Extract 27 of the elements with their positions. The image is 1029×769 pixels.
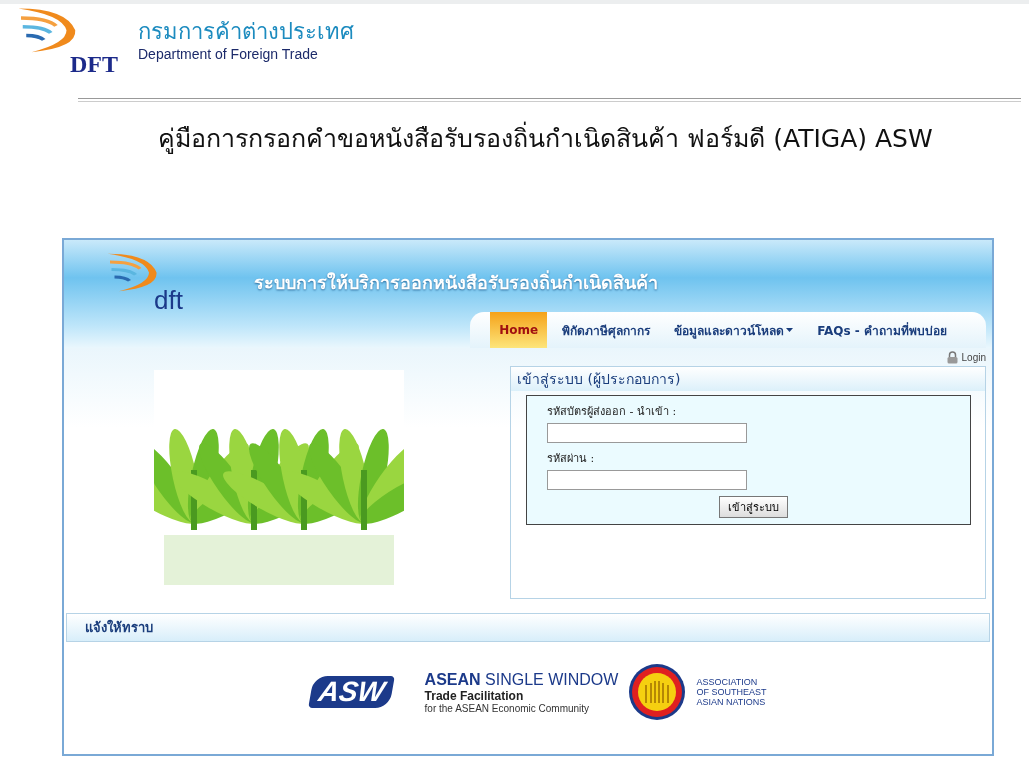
emblem-icon <box>628 663 687 721</box>
asean-logo-text: OF SOUTHEAST <box>696 687 767 697</box>
asw-logo-text: ASW <box>308 676 396 708</box>
login-link[interactable]: Login <box>961 351 986 363</box>
panel-title: เข้าสู่ระบบ (ผู้ประกอบการ) <box>511 367 985 391</box>
asw-subtitle: Trade Facilitation <box>424 688 525 703</box>
notice-title: แจ้งให้ทราบ <box>85 618 153 637</box>
nav-tab[interactable]: Home <box>490 312 548 348</box>
site-title: ระบบการให้บริการออกหนังสือรับรองถิ่นกำเนิดสินค้า <box>254 269 658 295</box>
asean-logo-text: ASSOCIATION <box>696 677 759 687</box>
asean-logo-text: ASIAN NATIONS <box>696 697 767 707</box>
field-label: รหัสบัตรผู้ส่งออก - นำเข้า : <box>547 404 678 420</box>
login-button[interactable]: เข้าสู่ระบบ <box>719 496 788 518</box>
logo-text: dft <box>154 285 183 316</box>
organization-name: กรมการค้าต่างประเทศ <box>138 18 354 46</box>
asw-tagline: for the ASEAN Economic Community <box>424 702 591 714</box>
field-label: รหัสผ่าน : <box>547 451 596 467</box>
nav-tab[interactable]: ข้อมูลและดาวน์โหลด <box>665 312 803 348</box>
organization-name-english: Department of Foreign Trade <box>138 46 319 62</box>
input-field[interactable] <box>547 423 747 443</box>
nav-tab[interactable]: FAQs - คำถามที่พบบ่อย <box>808 312 956 348</box>
document-title: คู่มือการกรอกคำขอหนังสือรับรองถิ่นกำเนิดสินค้า ฟอร์มดี (ATIGA) ASW <box>0 118 1029 158</box>
nav-tab[interactable]: พิกัดภาษีศุลกากร <box>553 312 660 348</box>
input-field[interactable] <box>547 470 747 490</box>
asw-title: ASEAN SINGLE WINDOW <box>424 670 619 689</box>
logo-text: DFT <box>70 50 118 78</box>
lock-icon <box>945 350 959 364</box>
